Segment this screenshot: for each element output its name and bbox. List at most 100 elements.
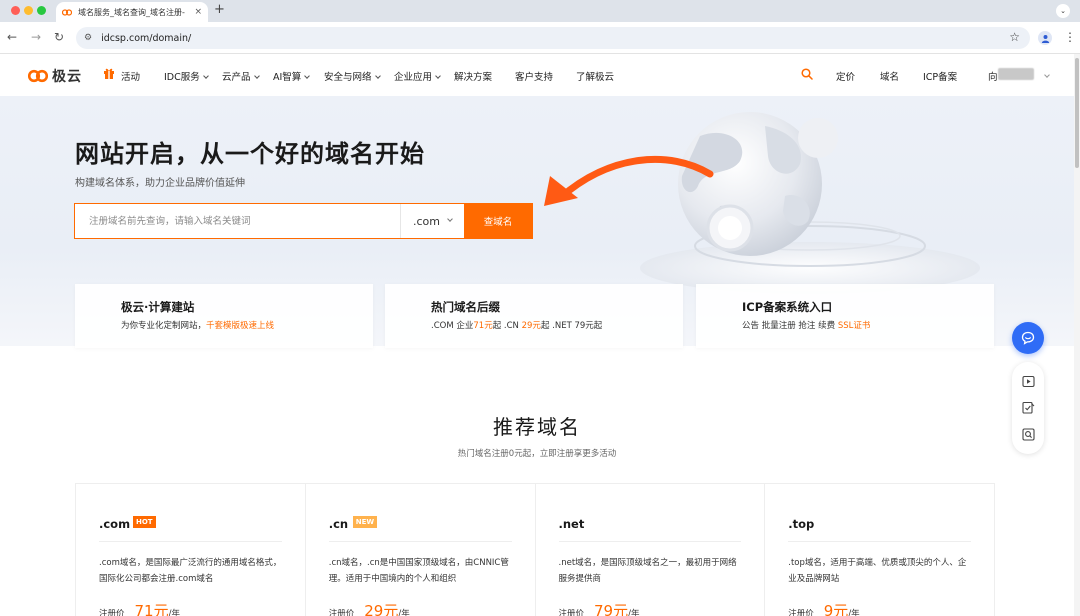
hero-section: 网站开启，从一个好的域名开始 构建域名体系，助力企业品牌价值延伸 .com 查域… [0, 96, 1074, 348]
address-bar[interactable]: ⚙ idcsp.com/domain/ ☆ [76, 27, 1030, 49]
nav-ai-compute[interactable]: AI智算 [273, 69, 311, 83]
domain-name: .top [788, 517, 815, 531]
domain-name: .net [558, 517, 585, 531]
nav-security-network[interactable]: 安全与网络 [324, 69, 381, 83]
url-text[interactable]: idcsp.com/domain/ [101, 33, 191, 44]
nav-activities[interactable]: 活动 [121, 69, 140, 83]
price-label: 注册价 [788, 609, 814, 616]
nav-about[interactable]: 了解极云 [576, 69, 614, 83]
user-menu-prefix[interactable]: 向 [988, 69, 998, 83]
nav-pricing[interactable]: 定价 [836, 69, 855, 83]
domain-card-com[interactable]: .com HOT .com域名，是国际最广泛流行的通用域名格式，国际化公司都会注… [76, 484, 306, 616]
info-card-title: 极云·计算建站 [121, 300, 195, 314]
scrollbar-thumb[interactable] [1075, 58, 1079, 168]
domain-description: .cn域名，.cn是中国国家顶级域名，由CNNIC管理。适用于中国境内的个人和组… [328, 558, 509, 584]
video-icon[interactable] [1021, 375, 1035, 388]
chevron-down-icon[interactable] [1044, 72, 1050, 78]
chevron-down-icon [435, 73, 441, 79]
tab-close-icon[interactable]: × [194, 7, 202, 17]
domain-description: .top域名，适用于高端、优质或顶尖的个人、企业及品牌网站 [788, 558, 967, 584]
info-card-desc-text[interactable]: 公告 批量注册 抢注 续费 [742, 321, 838, 331]
chevron-down-icon [253, 73, 260, 79]
new-tab-button[interactable]: + [214, 2, 225, 17]
new-badge: NEW [352, 516, 378, 528]
domain-card-cn[interactable]: .cn NEW .cn域名，.cn是中国国家顶级域名，由CNNIC管理。适用于中… [306, 484, 536, 616]
profile-avatar-icon[interactable] [1038, 31, 1052, 45]
price-row: 注册价 71元 /年 [99, 600, 180, 616]
search-icon[interactable] [801, 68, 813, 80]
bookmark-star-icon[interactable]: ☆ [1009, 30, 1020, 44]
tld-select[interactable]: .com [400, 204, 464, 238]
nav-domains[interactable]: 域名 [880, 69, 899, 83]
info-card-title: 热门域名后缀 [431, 300, 500, 314]
info-card-desc-text: 起 .CN [492, 321, 522, 331]
info-card-desc: 公告 批量注册 抢注 续费 SSL证书 [742, 319, 870, 331]
window-close-button[interactable] [11, 6, 20, 15]
divider [328, 541, 512, 542]
nav-solutions[interactable]: 解决方案 [454, 69, 492, 83]
domain-name: .com [99, 517, 131, 531]
divider [558, 541, 742, 542]
page-scrollbar[interactable] [1074, 54, 1080, 616]
info-card-desc-text: 起 .NET 79元起 [540, 321, 603, 331]
price-value: 29元 [364, 602, 399, 616]
nav-enterprise-apps[interactable]: 企业应用 [394, 69, 441, 83]
tld-selected-value: .com [413, 214, 440, 228]
divider [788, 541, 971, 542]
reload-icon[interactable]: ↻ [54, 30, 64, 44]
nav-enterprise-apps-label: 企业应用 [394, 72, 433, 83]
chevron-down-icon [447, 216, 453, 222]
price-unit: /年 [628, 609, 640, 616]
search-doc-icon[interactable] [1021, 428, 1035, 441]
info-card-desc: .COM 企业71元起 .CN 29元起 .NET 79元起 [431, 319, 602, 331]
price-row: 注册价 9元 /年 [788, 600, 859, 616]
domain-description: .net域名，是国际顶级域名之一，最初用于网络服务提供商 [558, 558, 737, 584]
tab-search-menu-icon[interactable]: ⌄ [1056, 4, 1070, 18]
nav-idc-services-label: IDC服务 [164, 72, 200, 83]
nav-ai-compute-label: AI智算 [273, 72, 302, 83]
chevron-down-icon [374, 73, 381, 79]
chat-icon[interactable] [1012, 322, 1044, 354]
edit-check-icon[interactable] [1021, 401, 1035, 415]
hot-badge: HOT [133, 516, 156, 528]
info-card-highlight[interactable]: SSL证书 [838, 321, 871, 331]
nav-cloud-products[interactable]: 云产品 [222, 69, 260, 83]
price-label: 注册价 [99, 609, 125, 616]
browser-tab-bar: 域名服务_域名查询_域名注册- × + ⌄ [0, 0, 1080, 22]
browser-tab-active[interactable]: 域名服务_域名查询_域名注册- × [56, 2, 208, 22]
price-value: 9元 [823, 602, 849, 616]
browser-toolbar: ← → ↻ ⚙ idcsp.com/domain/ ☆ ⋮ [0, 22, 1080, 54]
hero-title: 网站开启，从一个好的域名开始 [75, 140, 425, 168]
domain-search-input[interactable] [75, 204, 400, 238]
info-card-desc-text: .COM 企业 [431, 321, 474, 331]
site-favicon-icon [62, 8, 72, 16]
domain-card-net[interactable]: .net .net域名，是国际顶级域名之一，最初用于网络服务提供商 注册价 79… [536, 484, 766, 616]
price-unit: /年 [168, 609, 180, 616]
info-card-highlight[interactable]: 千套模版极速上线 [206, 321, 274, 331]
info-card-website-building[interactable]: 极云·计算建站 为你专业化定制网站，千套模版极速上线 [75, 284, 373, 348]
window-minimize-button[interactable] [24, 6, 33, 15]
nav-cloud-products-label: 云产品 [222, 72, 251, 83]
price-label: 注册价 [558, 609, 585, 616]
info-card-price-cn: 29元 [521, 321, 541, 331]
back-icon[interactable]: ← [7, 30, 17, 44]
user-name-redacted[interactable] [998, 68, 1034, 80]
divider [99, 541, 282, 542]
info-card-icp[interactable]: ICP备案系统入口 公告 批量注册 抢注 续费 SSL证书 [696, 284, 994, 348]
nav-support[interactable]: 客户支持 [515, 69, 553, 83]
info-card-desc-text: 为你专业化定制网站， [121, 321, 207, 331]
forward-icon[interactable]: → [31, 30, 41, 44]
nav-security-network-label: 安全与网络 [324, 72, 372, 83]
search-domain-button[interactable]: 查域名 [464, 204, 532, 238]
chevron-down-icon [202, 73, 209, 79]
browser-menu-icon[interactable]: ⋮ [1064, 30, 1076, 44]
site-info-icon[interactable]: ⚙ [84, 33, 92, 43]
info-card-desc: 为你专业化定制网站，千套模版极速上线 [121, 319, 274, 331]
hero-subtitle: 构建域名体系，助力企业品牌价值延伸 [75, 178, 245, 189]
info-card-hot-suffixes[interactable]: 热门域名后缀 .COM 企业71元起 .CN 29元起 .NET 79元起 [385, 284, 683, 348]
nav-icp[interactable]: ICP备案 [923, 69, 957, 83]
domain-card-top[interactable]: .top .top域名，适用于高端、优质或顶尖的个人、企业及品牌网站 注册价 9… [765, 484, 994, 616]
site-logo[interactable]: 极云 [28, 66, 82, 86]
window-zoom-button[interactable] [37, 6, 46, 15]
nav-idc-services[interactable]: IDC服务 [164, 69, 209, 83]
